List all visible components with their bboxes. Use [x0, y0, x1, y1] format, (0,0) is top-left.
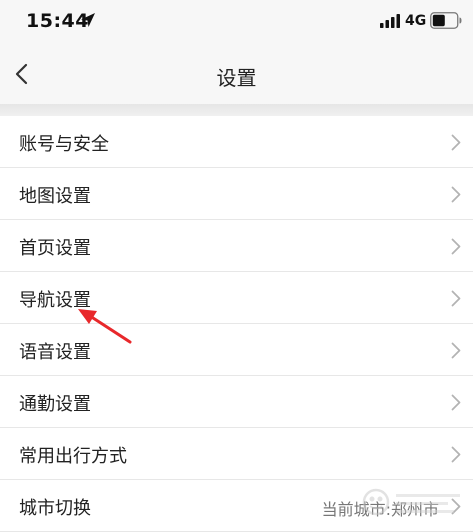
settings-item-commute[interactable]: 通勤设置 [0, 376, 473, 428]
item-label: 首页设置 [19, 238, 91, 259]
item-label: 城市切换 [19, 498, 91, 519]
chevron-right-icon [451, 394, 461, 411]
chevron-right-icon [451, 290, 461, 307]
item-label: 通勤设置 [19, 394, 91, 415]
settings-item-account-security[interactable]: 账号与安全 [0, 116, 473, 168]
location-arrow-icon [81, 13, 95, 27]
navigation-bar: 设置 [0, 44, 473, 104]
cellular-signal-icon [380, 14, 400, 28]
item-label: 账号与安全 [19, 134, 109, 155]
chevron-right-icon [451, 186, 461, 203]
watermark-logo-icon [362, 488, 460, 516]
chevron-right-icon [451, 446, 461, 463]
page-title: 设置 [216, 66, 257, 90]
network-type-label: 4G [405, 13, 427, 29]
item-label: 常用出行方式 [19, 446, 127, 467]
section-divider [0, 104, 473, 116]
chevron-right-icon [451, 238, 461, 255]
chevron-right-icon [451, 342, 461, 359]
annotation-arrow-icon [78, 309, 132, 344]
settings-item-map[interactable]: 地图设置 [0, 168, 473, 220]
settings-item-travel-mode[interactable]: 常用出行方式 [0, 428, 473, 480]
status-bar: 15:44 4G [0, 0, 473, 44]
chevron-right-icon [451, 134, 461, 151]
settings-item-homepage[interactable]: 首页设置 [0, 220, 473, 272]
battery-icon [430, 12, 462, 29]
item-label: 地图设置 [19, 186, 91, 207]
